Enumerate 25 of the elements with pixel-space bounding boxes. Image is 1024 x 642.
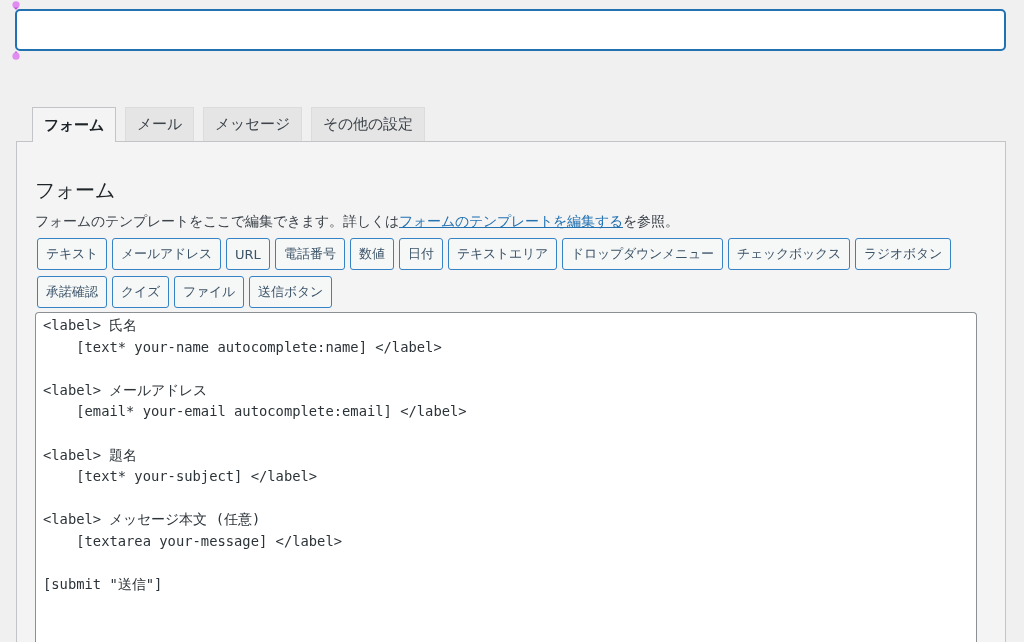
template-help-link[interactable]: フォームのテンプレートを編集する (399, 213, 623, 229)
title-input-field[interactable] (15, 9, 1006, 51)
tab[interactable]: その他の設定 (311, 107, 425, 141)
tag-button[interactable]: 数値 (349, 238, 394, 270)
tag-button[interactable]: 送信ボタン (249, 276, 332, 308)
tag-button[interactable]: 日付 (398, 238, 443, 270)
tag-button[interactable]: テキスト (37, 238, 107, 270)
tag-button[interactable]: 承諾確認 (37, 276, 107, 308)
description-text: フォームのテンプレートをここで編集できます。詳しくはフォームのテンプレートを編集する を参照。 (35, 212, 680, 231)
tag-button[interactable]: テキストエリア (447, 238, 557, 270)
tag-button[interactable]: チェックボックス (727, 238, 850, 270)
selection-handle-icon[interactable] (12, 51, 20, 60)
tab[interactable]: フォーム (32, 107, 116, 142)
template-editor-field[interactable]: <label> 氏名 [text* your-name autocomplete:name] </label> <label> メールアドレス [email* your-email autocomplete:email] </label> <label> 題名 [text* your-subject] </label> <label> メッセージ本文 (任意) [textarea your-message] </label> [submit "送信"] (35, 312, 977, 642)
tag-button[interactable]: クイズ (112, 276, 169, 308)
panel-heading: フォーム (35, 177, 116, 204)
tag-button[interactable]: ラジオボタン (854, 238, 951, 270)
tag-button[interactable]: 電話番号 (274, 238, 345, 270)
tag-button[interactable]: URL (226, 238, 270, 270)
selection-handle-icon[interactable] (12, 1, 20, 10)
tab[interactable]: メッセージ (203, 107, 302, 141)
tag-button[interactable]: ファイル (174, 276, 244, 308)
tab[interactable]: メール (125, 107, 194, 141)
tag-button[interactable]: ドロップダウンメニュー (561, 238, 723, 270)
tag-button[interactable]: メールアドレス (112, 238, 221, 270)
